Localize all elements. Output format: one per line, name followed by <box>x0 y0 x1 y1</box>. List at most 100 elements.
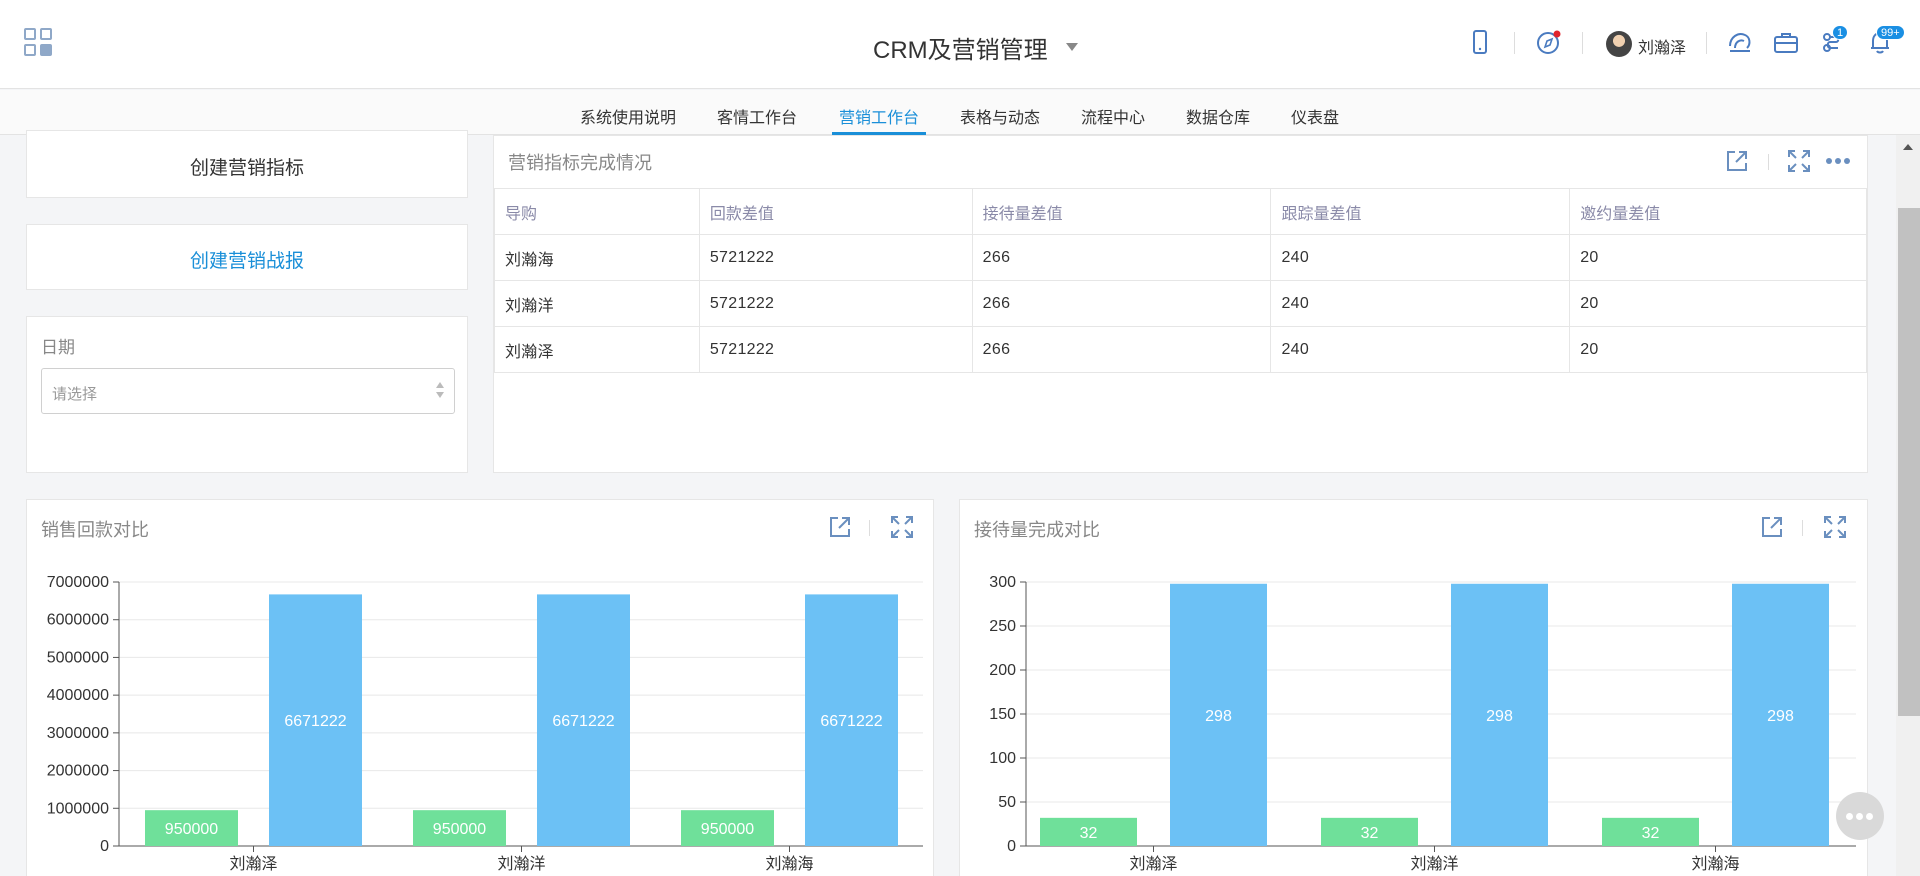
table-cell: 266 <box>971 234 1272 281</box>
toolbar-divider <box>1768 154 1769 170</box>
sales-payment-chart-card: 销售回款对比 0 1000000 2000000 3000000 4000000 5000… <box>26 499 934 876</box>
y-tick-label: 2000000 <box>47 763 109 780</box>
select-arrows-icon <box>436 382 444 400</box>
bar-value-label: 32 <box>1080 825 1098 842</box>
x-tick-label: 刘瀚泽 <box>229 855 277 873</box>
y-tick-label: 250 <box>989 618 1016 635</box>
date-filter-card: 日期 请选择 <box>26 316 468 473</box>
panel-title: 营销指标完成情况 <box>508 153 652 173</box>
column-header: 回款差值 <box>698 188 973 235</box>
top-header: CRM及营销管理 刘瀚泽 1 99+ <box>0 0 1920 89</box>
skin-theme-icon[interactable] <box>1726 28 1754 56</box>
floating-more-button[interactable] <box>1836 792 1884 840</box>
compass-icon[interactable] <box>1534 28 1562 56</box>
table-row[interactable]: 刘瀚泽 5721222 266 240 20 <box>494 326 1867 373</box>
y-tick-label: 50 <box>998 794 1016 811</box>
create-target-button[interactable]: 创建营销指标 <box>27 153 467 180</box>
table-header-row: 导购 回款差值 接待量差值 跟踪量差值 邀约量差值 <box>494 188 1867 235</box>
bar-value-label: 950000 <box>701 821 754 838</box>
bar-value-label: 950000 <box>433 821 486 838</box>
y-tick-label: 6000000 <box>47 612 109 629</box>
reception-bar-chart: 0 50 100 150 200 250 300 32 298 刘瀚泽 32 298 刘瀚洋 32 298 刘… <box>989 574 1856 873</box>
avatar[interactable] <box>1606 31 1632 57</box>
tab-tables-dynamics[interactable]: 表格与动态 <box>960 104 1040 128</box>
table-cell: 刘瀚泽 <box>494 326 700 373</box>
bar-value-label: 298 <box>1205 708 1232 725</box>
mobile-icon[interactable] <box>1466 28 1494 56</box>
briefcase-icon[interactable] <box>1772 28 1800 56</box>
column-header: 接待量差值 <box>971 188 1272 235</box>
table-cell: 266 <box>971 280 1272 327</box>
scroll-up-arrow-icon[interactable] <box>1903 144 1913 150</box>
main-nav: 系统使用说明 客情工作台 营销工作台 表格与动态 流程中心 数据仓库 仪表盘 <box>0 90 1920 135</box>
table-cell: 266 <box>971 326 1272 373</box>
y-tick-label: 0 <box>1007 838 1016 855</box>
bar-value-label: 32 <box>1642 825 1660 842</box>
y-tick-label: 7000000 <box>47 574 109 591</box>
create-target-card[interactable]: 创建营销指标 <box>26 130 468 198</box>
more-options-icon[interactable] <box>1824 148 1852 174</box>
x-tick-label: 刘瀚洋 <box>497 855 545 873</box>
bar-value-label: 32 <box>1361 825 1379 842</box>
tab-dashboard[interactable]: 仪表盘 <box>1291 104 1339 128</box>
table-cell: 20 <box>1569 234 1867 281</box>
y-tick-label: 100 <box>989 750 1016 767</box>
table-cell: 刘瀚洋 <box>494 280 700 327</box>
date-select[interactable]: 请选择 <box>41 368 455 414</box>
fullscreen-icon[interactable] <box>1786 148 1812 174</box>
table-cell: 5721222 <box>698 234 973 281</box>
workflow-count-badge: 1 <box>1832 25 1849 40</box>
x-tick-label: 刘瀚泽 <box>1129 855 1177 873</box>
table-cell: 20 <box>1569 326 1867 373</box>
table-cell: 20 <box>1569 280 1867 327</box>
scrollbar-thumb[interactable] <box>1898 208 1920 716</box>
column-header: 邀约量差值 <box>1569 188 1867 235</box>
tab-process-center[interactable]: 流程中心 <box>1081 104 1145 128</box>
reception-chart-card: 接待量完成对比 0 50 100 150 200 250 300 32 298 刘瀚泽 32 298 刘… <box>959 499 1868 876</box>
bar-value-label: 6671222 <box>820 713 882 730</box>
username[interactable]: 刘瀚泽 <box>1638 34 1686 58</box>
table-cell: 5721222 <box>698 326 973 373</box>
target-completion-panel: 营销指标完成情况 导购 回款差值 接待量差值 跟踪量差值 邀约量差值 刘瀚海 5… <box>493 135 1868 473</box>
header-divider <box>1582 32 1583 54</box>
open-external-icon[interactable] <box>1724 148 1750 174</box>
bar-value-label: 6671222 <box>284 713 346 730</box>
table-cell: 刘瀚海 <box>494 234 700 281</box>
table-row[interactable]: 刘瀚洋 5721222 266 240 20 <box>494 280 1867 327</box>
sales-payment-bar-chart: 0 1000000 2000000 3000000 4000000 5000000 6000… <box>47 574 923 873</box>
app-grid-icon[interactable] <box>24 28 54 58</box>
y-tick-label: 200 <box>989 662 1016 679</box>
bar-value-label: 298 <box>1767 708 1794 725</box>
tab-data-warehouse[interactable]: 数据仓库 <box>1186 104 1250 128</box>
app-title[interactable]: CRM及营销管理 <box>873 30 1048 65</box>
y-tick-label: 0 <box>100 838 109 855</box>
create-report-card[interactable]: 创建营销战报 <box>26 224 468 290</box>
header-divider <box>1514 32 1515 54</box>
x-tick-label: 刘瀚海 <box>765 855 813 873</box>
y-tick-label: 1000000 <box>47 800 109 817</box>
header-divider <box>1706 32 1707 54</box>
bar-value-label: 950000 <box>165 821 218 838</box>
table-cell: 240 <box>1270 280 1571 327</box>
tab-system-guide[interactable]: 系统使用说明 <box>580 104 676 128</box>
table-cell: 240 <box>1270 326 1571 373</box>
app-switch-chevron-down-icon[interactable] <box>1066 43 1078 51</box>
tab-marketing-workbench[interactable]: 营销工作台 <box>839 104 919 128</box>
date-select-placeholder: 请选择 <box>52 386 98 403</box>
create-report-button[interactable]: 创建营销战报 <box>27 246 467 273</box>
table-row[interactable]: 刘瀚海 5721222 266 240 20 <box>494 234 1867 281</box>
column-header: 导购 <box>494 188 700 235</box>
x-tick-label: 刘瀚洋 <box>1410 855 1458 873</box>
table-cell: 240 <box>1270 234 1571 281</box>
y-tick-label: 4000000 <box>47 687 109 704</box>
y-tick-label: 150 <box>989 706 1016 723</box>
y-tick-label: 5000000 <box>47 649 109 666</box>
bar-value-label: 298 <box>1486 708 1513 725</box>
table-cell: 5721222 <box>698 280 973 327</box>
tab-customer-workbench[interactable]: 客情工作台 <box>717 104 797 128</box>
x-tick-label: 刘瀚海 <box>1691 855 1739 873</box>
bar-value-label: 6671222 <box>552 713 614 730</box>
date-label: 日期 <box>41 338 75 357</box>
target-table: 导购 回款差值 接待量差值 跟踪量差值 邀约量差值 刘瀚海 5721222 26… <box>494 188 1867 373</box>
y-tick-label: 300 <box>989 574 1016 591</box>
